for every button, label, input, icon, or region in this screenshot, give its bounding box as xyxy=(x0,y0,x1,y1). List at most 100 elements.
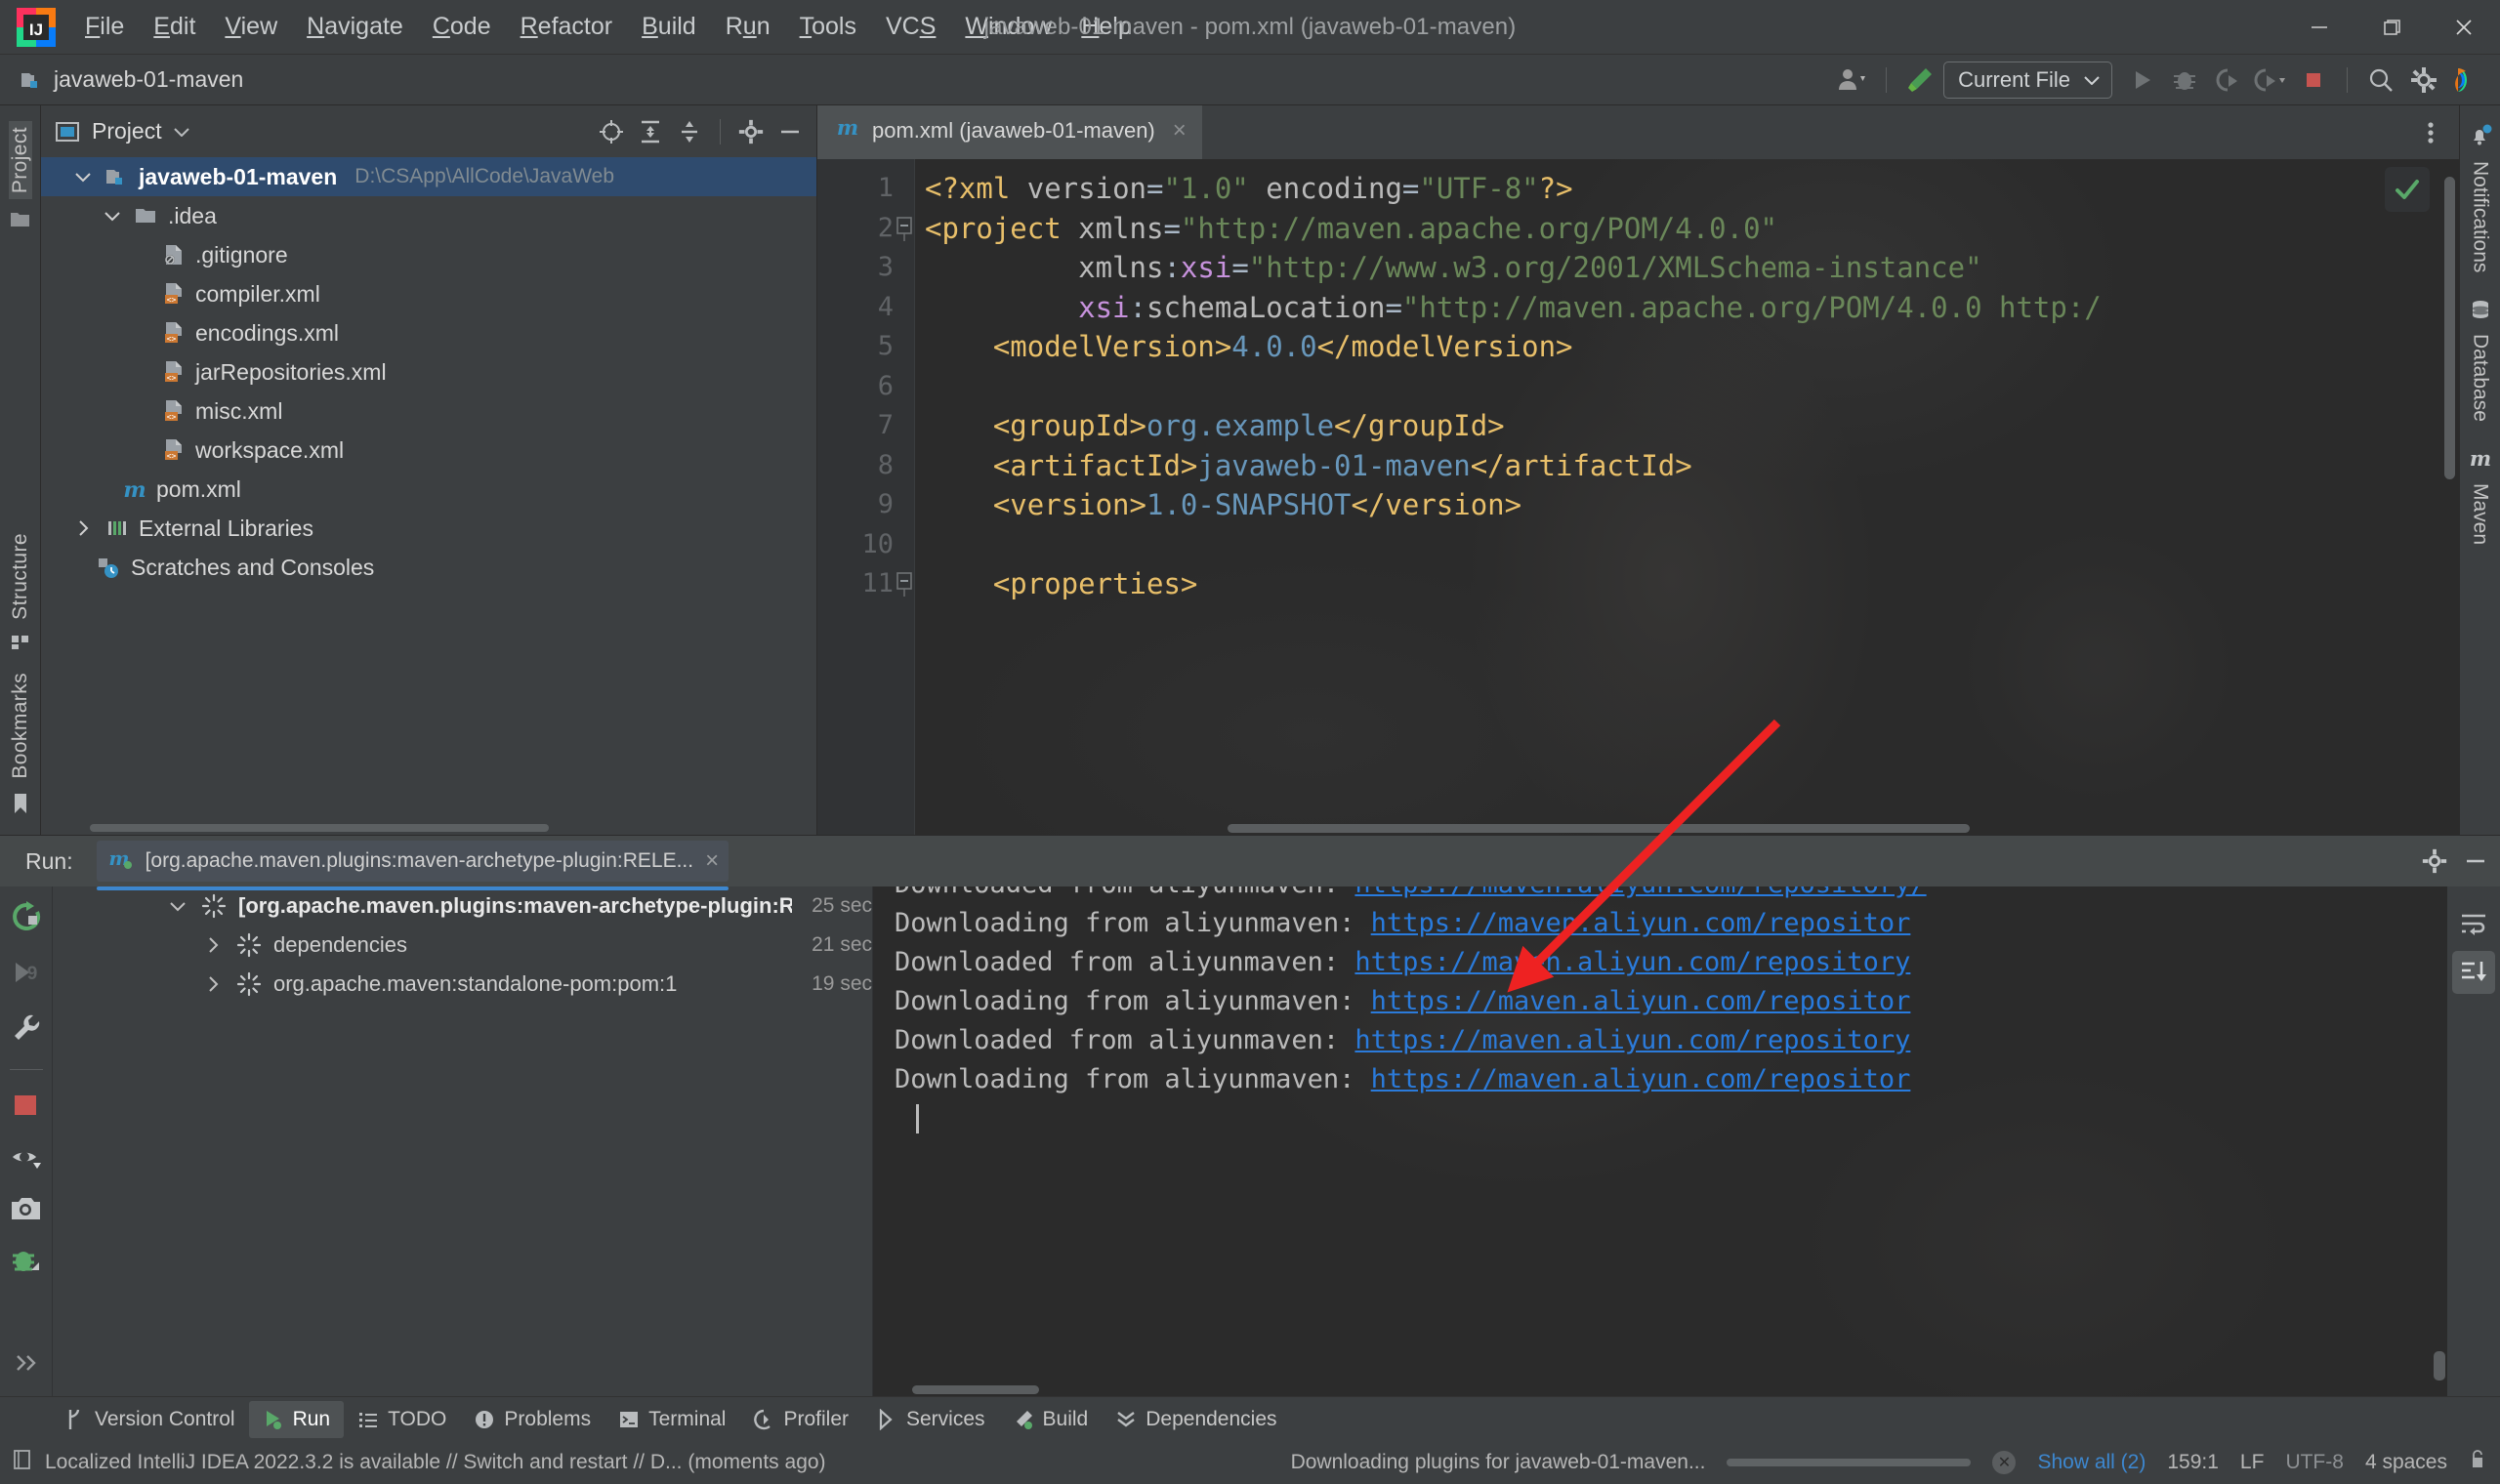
tree-row-javaweb-01-maven[interactable]: javaweb-01-maven D:\CSApp\AllCode\JavaWe… xyxy=(41,157,816,196)
notification-event-log-icon[interactable] xyxy=(12,1448,33,1477)
scrollbar-thumb[interactable] xyxy=(1228,824,1970,833)
search-everywhere-icon[interactable] xyxy=(2361,61,2400,100)
bottom-tab-build[interactable]: Build xyxy=(999,1401,1103,1438)
bottom-tab-problems[interactable]: Problems xyxy=(460,1401,604,1438)
notification-bell-icon[interactable] xyxy=(2468,123,2493,153)
rerun-icon[interactable] xyxy=(10,900,43,938)
menu-edit[interactable]: Edit xyxy=(139,7,210,47)
rail-item-database[interactable]: Database xyxy=(2468,298,2493,422)
run-icon[interactable] xyxy=(2122,61,2161,100)
project-tree-horizontal-scrollbar[interactable] xyxy=(41,821,816,835)
console-link[interactable]: https://maven.aliyun.com/repository xyxy=(1354,1021,1910,1060)
menu-tools[interactable]: Tools xyxy=(785,7,871,47)
tree-row-encodings-xml[interactable]: <> encodings.xml xyxy=(41,313,816,352)
tree-row-jarrepositories-xml[interactable]: <> jarRepositories.xml xyxy=(41,352,816,392)
menu-build[interactable]: Build xyxy=(627,7,711,47)
cancel-progress-icon[interactable]: ✕ xyxy=(1992,1451,2017,1474)
chevron-down-icon[interactable] xyxy=(100,211,125,222)
rerun-failed-icon[interactable]: 9 xyxy=(10,956,43,994)
fold-marker[interactable] xyxy=(894,569,915,598)
settings-gear-icon[interactable] xyxy=(2404,61,2443,100)
tree-row-compiler-xml[interactable]: <> compiler.xml xyxy=(41,274,816,313)
bottom-tab-profiler[interactable]: Profiler xyxy=(739,1401,862,1438)
console-link[interactable]: https://maven.aliyun.com/repositor xyxy=(1371,982,1911,1021)
expand-all-icon[interactable] xyxy=(632,113,669,150)
menu-code[interactable]: Code xyxy=(418,7,506,47)
scroll-to-end-icon[interactable] xyxy=(2452,951,2495,994)
options-gear-icon[interactable] xyxy=(732,113,770,150)
bottom-tab-run[interactable]: Run xyxy=(248,1400,345,1438)
bottom-tab-dependencies[interactable]: Dependencies xyxy=(1102,1401,1290,1438)
hide-icon[interactable] xyxy=(771,113,809,150)
chevron-right-icon[interactable] xyxy=(201,937,225,953)
project-tree[interactable]: javaweb-01-maven D:\CSApp\AllCode\JavaWe… xyxy=(41,157,816,821)
profiler-icon[interactable] xyxy=(2251,61,2290,100)
expand-more-icon[interactable] xyxy=(12,1352,41,1396)
scrollbar-thumb[interactable] xyxy=(2444,177,2455,479)
console-link[interactable]: https://maven.aliyun.com/repository/ xyxy=(1354,886,1926,904)
tree-row-gitignore[interactable]: .gitignore xyxy=(41,235,816,274)
editor-tab-pom-xml[interactable]: m pom.xml (javaweb-01-maven) × xyxy=(817,105,1202,159)
bottom-tab-todo[interactable]: TODO xyxy=(344,1401,460,1438)
scrollbar-thumb[interactable] xyxy=(912,1385,1039,1394)
menu-refactor[interactable]: Refactor xyxy=(506,7,628,47)
caret-position[interactable]: 159:1 xyxy=(2167,1451,2219,1474)
run-tree-row[interactable]: org.apache.maven:standalone-pom:pom:1 19… xyxy=(53,965,872,1004)
console-link[interactable]: https://maven.aliyun.com/repositor xyxy=(1371,1060,1911,1099)
breadcrumb[interactable]: javaweb-01-maven xyxy=(20,66,243,93)
chevron-right-icon[interactable] xyxy=(70,520,96,536)
ide-assistant-icon[interactable] xyxy=(2447,61,2486,100)
bottom-tab-terminal[interactable]: Terminal xyxy=(604,1401,739,1438)
tree-row-misc-xml[interactable]: <> misc.xml xyxy=(41,392,816,431)
console-link[interactable]: https://maven.aliyun.com/repositor xyxy=(1371,904,1911,943)
camera-snapshot-icon[interactable] xyxy=(10,1195,43,1227)
rail-item-notifications[interactable]: Notifications xyxy=(2468,123,2493,272)
menu-navigate[interactable]: Navigate xyxy=(292,7,418,47)
run-tree-row[interactable]: dependencies 21 sec xyxy=(53,926,872,965)
menu-window[interactable]: Window xyxy=(950,7,1066,47)
tree-row-external-libraries[interactable]: External Libraries xyxy=(41,509,816,548)
editor-horizontal-scrollbar[interactable] xyxy=(915,821,2441,835)
show-all-link[interactable]: Show all (2) xyxy=(2037,1451,2146,1474)
wrench-settings-icon[interactable] xyxy=(10,1011,43,1050)
menu-vcs[interactable]: VCS xyxy=(871,7,950,47)
console-vertical-scrollbar-thumb[interactable] xyxy=(2434,1351,2445,1381)
select-opened-file-icon[interactable] xyxy=(593,113,630,150)
scrollbar-thumb[interactable] xyxy=(90,824,549,832)
tree-row-idea[interactable]: .idea xyxy=(41,196,816,235)
user-account-icon[interactable] xyxy=(1833,61,1872,100)
stop-icon[interactable] xyxy=(11,1090,42,1126)
hide-panel-icon[interactable] xyxy=(2457,843,2494,880)
rail-item-commit[interactable] xyxy=(10,209,31,230)
stop-icon[interactable] xyxy=(2294,61,2333,100)
database-icon[interactable] xyxy=(2468,298,2493,326)
rail-item-maven[interactable]: m Maven xyxy=(2468,446,2493,545)
tree-row-scratches-and-consoles[interactable]: Scratches and Consoles xyxy=(41,548,816,587)
chevron-down-icon[interactable] xyxy=(166,901,189,912)
debug-bug-icon[interactable] xyxy=(10,1245,43,1281)
close-icon[interactable]: × xyxy=(705,847,719,875)
chevron-down-icon[interactable] xyxy=(70,172,96,183)
soft-wrap-icon[interactable] xyxy=(2452,902,2495,945)
indent-setting[interactable]: 4 spaces xyxy=(2365,1451,2447,1474)
build-hammer-icon[interactable] xyxy=(1900,61,1939,100)
restore-icon[interactable] xyxy=(2355,0,2428,55)
rail-item-project[interactable]: Project xyxy=(8,121,32,200)
read-only-lock-icon[interactable] xyxy=(2469,1448,2486,1477)
code-editor[interactable]: 1 <?xml version="1.0" encoding="UTF-8"?> … xyxy=(817,159,2459,835)
chevron-right-icon[interactable] xyxy=(201,976,225,992)
menu-run[interactable]: Run xyxy=(711,7,785,47)
fold-marker[interactable] xyxy=(894,214,915,243)
eye-filter-icon[interactable] xyxy=(10,1143,43,1177)
maven-icon[interactable]: m xyxy=(2468,446,2493,475)
console-horizontal-scrollbar[interactable] xyxy=(873,1382,2447,1396)
tree-row-pom-xml[interactable]: m pom.xml xyxy=(41,470,816,509)
menu-file[interactable]: File xyxy=(70,7,139,47)
settings-gear-icon[interactable] xyxy=(2416,843,2453,880)
minimize-icon[interactable] xyxy=(2283,0,2355,55)
debug-icon[interactable] xyxy=(2165,61,2204,100)
project-panel-title-group[interactable]: Project xyxy=(55,118,189,144)
console-link[interactable]: https://maven.aliyun.com/repository xyxy=(1354,943,1910,982)
run-coverage-icon[interactable] xyxy=(2208,61,2247,100)
run-tree-row[interactable]: [org.apache.maven.plugins:maven-archetyp… xyxy=(53,886,872,926)
